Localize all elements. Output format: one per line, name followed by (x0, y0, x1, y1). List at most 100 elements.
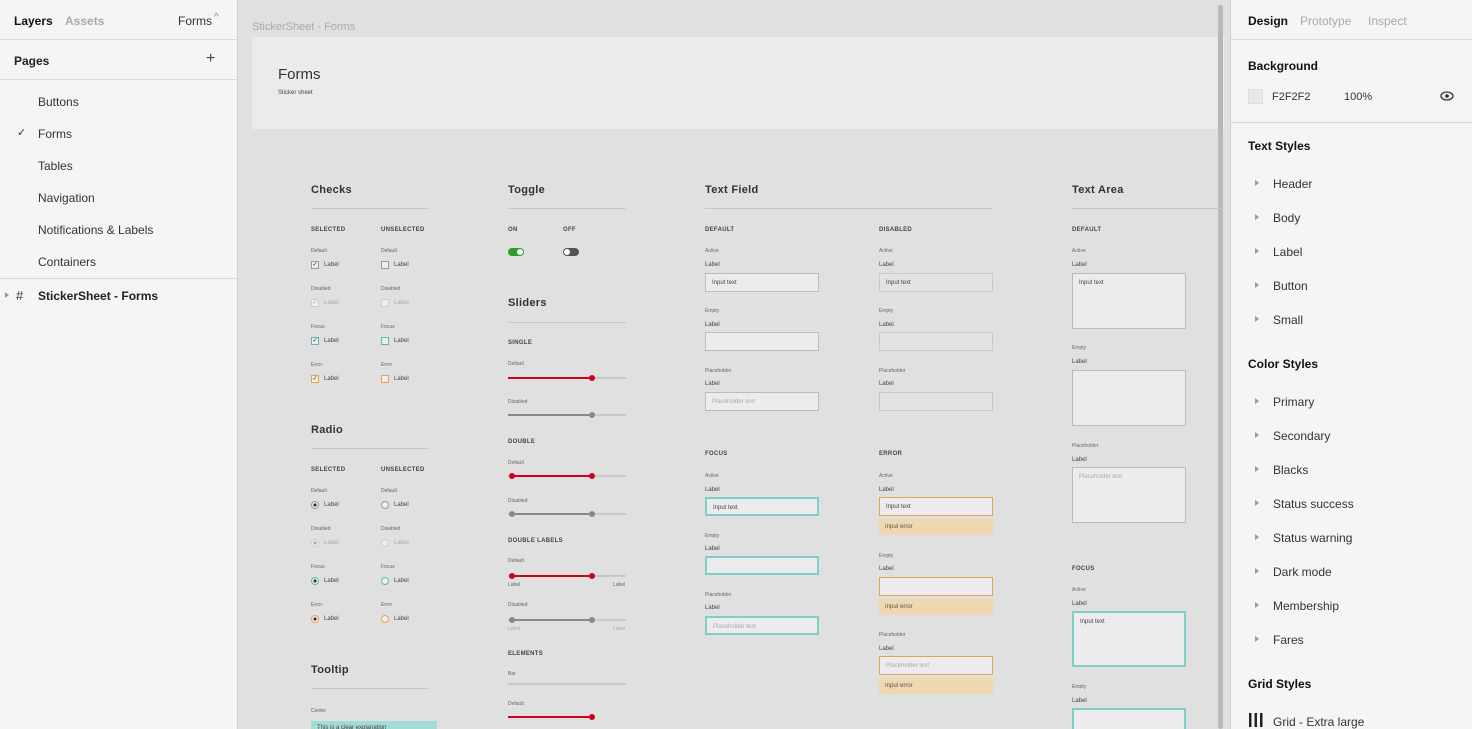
canvas-scrollbar[interactable] (1218, 5, 1223, 729)
caret-right-icon[interactable] (1255, 534, 1259, 540)
chevron-up-icon[interactable]: ^ (214, 12, 219, 23)
page-item-tables[interactable]: Tables (38, 159, 73, 173)
color-style-primary[interactable]: Primary (1273, 395, 1314, 409)
radio-focus[interactable] (381, 577, 389, 585)
caret-right-icon[interactable] (1255, 602, 1259, 608)
toggle-on[interactable] (508, 248, 524, 256)
caret-right-icon[interactable] (1255, 398, 1259, 404)
field-state-label: Active (705, 248, 719, 254)
radio-unselected[interactable] (381, 501, 389, 509)
field-label: Label (879, 646, 894, 652)
field-label: Label (1072, 359, 1087, 365)
radio-selected[interactable] (311, 501, 319, 509)
text-style-body[interactable]: Body (1273, 211, 1300, 225)
grid-style-extra-large[interactable]: Grid - Extra large (1273, 715, 1364, 729)
radio-focus-selected[interactable] (311, 577, 319, 585)
tab-assets[interactable]: Assets (65, 14, 104, 28)
slider-handle-max[interactable] (589, 473, 595, 479)
color-style-membership[interactable]: Membership (1273, 599, 1339, 613)
color-style-status-warning[interactable]: Status warning (1273, 531, 1352, 545)
field-label: Label (1072, 457, 1087, 463)
checkbox-checked[interactable]: ✓ (311, 261, 319, 269)
tab-design[interactable]: Design (1248, 14, 1288, 28)
text-input-error-placeholder[interactable]: Placeholder text (879, 656, 993, 675)
page-item-navigation[interactable]: Navigation (38, 191, 95, 205)
slider-handle-min[interactable] (509, 573, 515, 579)
text-input-empty[interactable] (705, 332, 819, 351)
checkbox-error[interactable] (381, 375, 389, 383)
text-area-empty[interactable] (1072, 370, 1186, 426)
caret-right-icon[interactable] (1255, 568, 1259, 574)
state-label: Disabled (381, 526, 401, 532)
text-input-focus[interactable]: Input text (705, 497, 819, 516)
caret-right-icon[interactable] (1255, 316, 1259, 322)
page-item-forms[interactable]: Forms (38, 127, 72, 141)
text-input[interactable]: Input text (705, 273, 819, 292)
slider-handle[interactable] (589, 714, 595, 720)
text-style-button[interactable]: Button (1273, 279, 1308, 293)
layer-item-stickersheet[interactable]: StickerSheet - Forms (38, 289, 158, 303)
checkbox-focus-checked[interactable]: ✓ (311, 337, 319, 345)
eye-icon[interactable] (1440, 91, 1454, 101)
text-area[interactable]: Input text (1072, 273, 1186, 329)
text-input-focus-placeholder[interactable]: Placeholder text (705, 616, 819, 635)
page-item-notifications[interactable]: Notifications & Labels (38, 223, 153, 237)
toggle-title: Toggle (508, 184, 546, 196)
tab-prototype[interactable]: Prototype (1300, 14, 1351, 28)
add-page-icon[interactable]: + (206, 50, 215, 68)
page-item-buttons[interactable]: Buttons (38, 95, 79, 109)
text-area-placeholder[interactable]: Placeholder text (1072, 467, 1186, 523)
text-style-header[interactable]: Header (1273, 177, 1312, 191)
color-style-status-success[interactable]: Status success (1273, 497, 1354, 511)
toggle-knob (517, 249, 523, 255)
background-swatch[interactable] (1248, 89, 1263, 104)
radio-error[interactable] (381, 615, 389, 623)
divider (508, 208, 626, 209)
caret-right-icon[interactable] (1255, 282, 1259, 288)
text-input-error-empty[interactable] (879, 577, 993, 596)
text-style-small[interactable]: Small (1273, 313, 1303, 327)
canvas[interactable]: StickerSheet - Forms Forms Sticker sheet… (239, 0, 1230, 729)
caret-right-icon[interactable] (1255, 214, 1259, 220)
caret-right-icon[interactable] (1255, 248, 1259, 254)
background-hex[interactable]: F2F2F2 (1272, 91, 1311, 103)
text-style-label[interactable]: Label (1273, 245, 1302, 259)
toggle-off[interactable] (563, 248, 579, 256)
field-label: Label (705, 322, 720, 328)
text-input-error[interactable]: Input text (879, 497, 993, 516)
slider-handle-min[interactable] (509, 473, 515, 479)
slider-handle-max (589, 511, 595, 517)
checkbox-focus[interactable] (381, 337, 389, 345)
color-style-secondary[interactable]: Secondary (1273, 429, 1330, 443)
tab-layers[interactable]: Layers (14, 14, 53, 28)
caret-right-icon[interactable] (5, 292, 9, 298)
radio-error-selected[interactable] (311, 615, 319, 623)
text-area-focus[interactable]: Input text (1072, 611, 1186, 667)
slider-handle-max[interactable] (589, 573, 595, 579)
slider-handle[interactable] (589, 375, 595, 381)
sliders-elements-heading: ELEMENTS (508, 651, 544, 657)
text-input-focus-empty[interactable] (705, 556, 819, 575)
checkbox-label: Label (394, 300, 409, 306)
caret-right-icon[interactable] (1255, 180, 1259, 186)
tab-inspect[interactable]: Inspect (1368, 14, 1407, 28)
background-opacity[interactable]: 100% (1344, 91, 1372, 103)
text-input-placeholder[interactable]: Placeholder text (705, 392, 819, 411)
caret-right-icon[interactable] (1255, 500, 1259, 506)
caret-right-icon[interactable] (1255, 466, 1259, 472)
checks-unselected-heading: UNSELECTED (381, 227, 425, 233)
slider-fill (508, 377, 592, 379)
caret-right-icon[interactable] (1255, 636, 1259, 642)
page-item-containers[interactable]: Containers (38, 255, 96, 269)
field-label: Label (1072, 601, 1087, 607)
checkbox-error-checked[interactable]: ✓ (311, 375, 319, 383)
color-style-fares[interactable]: Fares (1273, 633, 1304, 647)
color-style-dark-mode[interactable]: Dark mode (1273, 565, 1332, 579)
caret-right-icon[interactable] (1255, 432, 1259, 438)
color-style-blacks[interactable]: Blacks (1273, 463, 1308, 477)
text-area-focus-empty[interactable] (1072, 708, 1186, 729)
page-selector[interactable]: Forms (178, 14, 212, 28)
frame-label[interactable]: StickerSheet - Forms (252, 21, 355, 33)
sliders-double-labels-heading: DOUBLE LABELS (508, 538, 563, 544)
checkbox-unchecked[interactable] (381, 261, 389, 269)
